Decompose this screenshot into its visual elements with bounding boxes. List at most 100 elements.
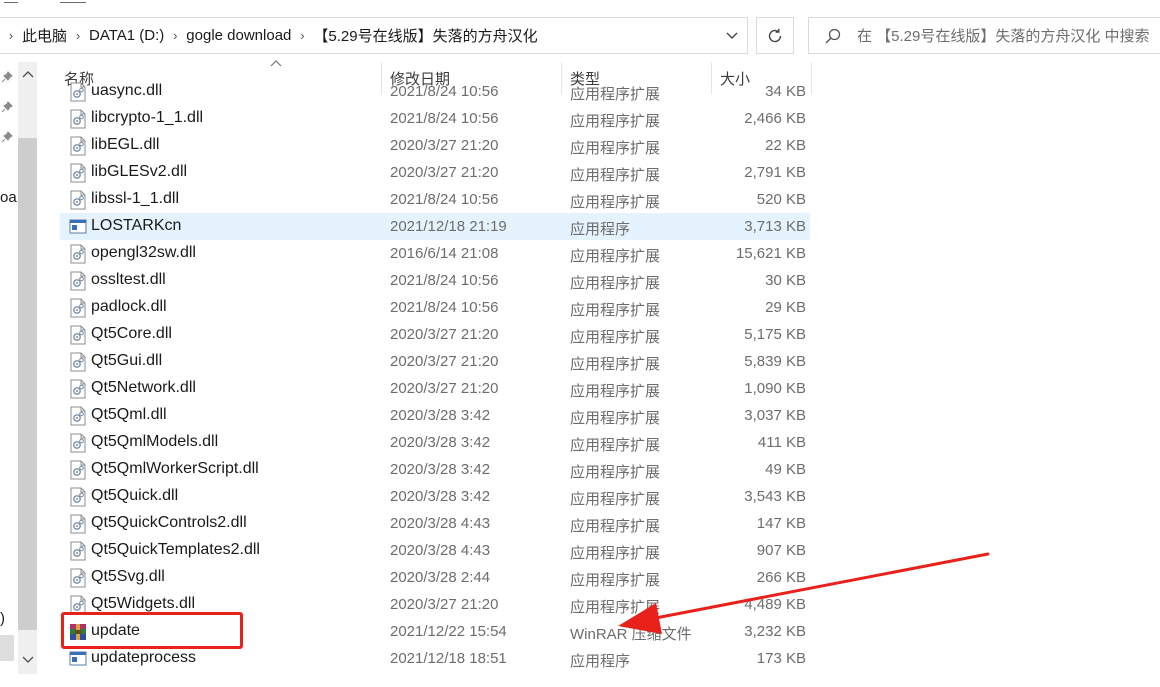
file-type: 应用程序扩展 xyxy=(570,518,661,535)
breadcrumb-chevron-icon[interactable]: › xyxy=(164,28,186,43)
dll-icon xyxy=(69,352,87,372)
breadcrumb-folder-download[interactable]: gogle download xyxy=(186,27,291,44)
file-name: Qt5Widgets.dll xyxy=(91,595,196,612)
file-modified-date: 2021/8/24 10:56 xyxy=(390,272,499,289)
dll-icon xyxy=(69,568,87,588)
file-type: WinRAR 压缩文件 xyxy=(570,626,692,643)
file-row[interactable]: Qt5Quick.dll 2020/3/28 3:42 应用程序扩展 3,543 KB xyxy=(60,483,810,510)
dll-icon xyxy=(69,406,87,426)
annotation-highlight-box xyxy=(61,612,243,649)
file-name: Qt5QmlModels.dll xyxy=(91,433,219,450)
breadcrumb-current-folder[interactable]: 【5.29号在线版】失落的方舟汉化 xyxy=(313,25,537,46)
scroll-up-arrow-icon[interactable] xyxy=(20,66,36,82)
file-row[interactable]: Qt5Network.dll 2020/3/27 21:20 应用程序扩展 1,090… xyxy=(60,375,810,402)
dll-icon xyxy=(69,244,87,264)
navigation-pane-scrollbar-thumb[interactable] xyxy=(18,138,37,630)
nav-item-clipped-label[interactable]: ) xyxy=(0,610,5,627)
address-bar[interactable]: › 此电脑 › DATA1 (D:) › gogle download › 【5… xyxy=(0,17,748,54)
file-row[interactable]: libEGL.dll 2020/3/27 21:20 应用程序扩展 22 KB xyxy=(60,132,810,159)
file-row[interactable]: opengl32sw.dll 2016/6/14 21:08 应用程序扩展 15,62… xyxy=(60,240,810,267)
nav-item-selected-highlight[interactable] xyxy=(0,635,14,661)
file-row[interactable]: Qt5QmlWorkerScript.dll 2020/3/28 3:42 应用程序… xyxy=(60,456,810,483)
exe-icon xyxy=(69,217,87,237)
file-modified-date: 2020/3/28 2:44 xyxy=(390,569,491,586)
clipped-toolbar-mark xyxy=(4,0,18,3)
file-modified-date: 2020/3/27 21:20 xyxy=(390,380,499,397)
refresh-icon xyxy=(768,28,782,42)
file-row[interactable]: Qt5QuickControls2.dll 2020/3/28 4:43 应用程序扩… xyxy=(60,510,810,537)
clipped-toolbar-mark xyxy=(60,0,86,3)
nav-item-clipped-label[interactable]: oa xyxy=(0,189,17,206)
file-size: 266 KB xyxy=(756,569,806,586)
file-modified-date: 2020/3/27 21:20 xyxy=(390,596,499,613)
scroll-down-arrow-icon[interactable] xyxy=(20,652,36,668)
address-history-dropdown-button[interactable] xyxy=(719,18,745,53)
file-row[interactable]: Qt5Svg.dll 2020/3/28 2:44 应用程序扩展 266 KB xyxy=(60,564,810,591)
file-size: 29 KB xyxy=(765,299,806,316)
file-size: 2,791 KB xyxy=(744,164,806,181)
file-modified-date: 2021/12/18 21:19 xyxy=(390,218,507,235)
pin-icon[interactable] xyxy=(0,70,14,84)
file-size: 5,175 KB xyxy=(744,326,806,343)
file-modified-date: 2020/3/27 21:20 xyxy=(390,164,499,181)
file-row[interactable]: padlock.dll 2021/8/24 10:56 应用程序扩展 29 KB xyxy=(60,294,810,321)
file-size: 3,713 KB xyxy=(744,218,806,235)
file-modified-date: 2021/8/24 10:56 xyxy=(390,110,499,127)
dll-icon xyxy=(69,190,87,210)
dll-icon xyxy=(69,163,87,183)
file-type: 应用程序扩展 xyxy=(570,545,661,562)
file-row[interactable]: libcrypto-1_1.dll 2021/8/24 10:56 应用程序扩展 2,… xyxy=(60,105,810,132)
file-modified-date: 2020/3/28 3:42 xyxy=(390,407,491,424)
file-modified-date: 2021/12/18 18:51 xyxy=(390,650,507,667)
breadcrumb-chevron-icon[interactable]: › xyxy=(291,28,313,43)
file-name: updateprocess xyxy=(91,649,196,666)
file-name: LOSTARKcn xyxy=(91,217,182,234)
file-type: 应用程序扩展 xyxy=(570,437,661,454)
file-type: 应用程序扩展 xyxy=(570,194,661,211)
file-row[interactable]: Qt5Qml.dll 2020/3/28 3:42 应用程序扩展 3,037 KB xyxy=(60,402,810,429)
file-size: 15,621 KB xyxy=(735,245,806,262)
file-size: 520 KB xyxy=(756,191,806,208)
file-size: 30 KB xyxy=(765,272,806,289)
file-row[interactable]: LOSTARKcn 2021/12/18 21:19 应用程序 3,713 KB xyxy=(60,213,810,240)
file-row[interactable]: Qt5QmlModels.dll 2020/3/28 3:42 应用程序扩展 411 … xyxy=(60,429,810,456)
file-row[interactable]: Qt5Gui.dll 2020/3/27 21:20 应用程序扩展 5,839 KB xyxy=(60,348,810,375)
breadcrumb-chevron-icon[interactable]: › xyxy=(0,28,22,43)
pin-icon[interactable] xyxy=(0,130,14,144)
file-type: 应用程序扩展 xyxy=(570,86,661,103)
file-row[interactable]: libssl-1_1.dll 2021/8/24 10:56 应用程序扩展 520 K… xyxy=(60,186,810,213)
file-row[interactable]: updateprocess 2021/12/18 18:51 应用程序 173 KB xyxy=(60,645,810,672)
breadcrumb-chevron-icon[interactable]: › xyxy=(67,28,89,43)
file-name: Qt5Core.dll xyxy=(91,325,172,342)
file-type: 应用程序扩展 xyxy=(570,572,661,589)
file-type: 应用程序扩展 xyxy=(570,113,661,130)
file-list[interactable]: uasync.dll 2021/8/24 10:56 应用程序扩展 34 KB libc… xyxy=(56,82,816,687)
window-top-edge xyxy=(0,0,1160,6)
dll-icon xyxy=(69,298,87,318)
file-row[interactable]: uasync.dll 2021/8/24 10:56 应用程序扩展 34 KB xyxy=(60,82,810,105)
refresh-button[interactable] xyxy=(756,17,794,54)
file-type: 应用程序扩展 xyxy=(570,248,661,265)
dll-icon xyxy=(69,271,87,291)
pin-icon[interactable] xyxy=(0,100,14,114)
dll-icon xyxy=(69,460,87,480)
chevron-down-icon xyxy=(726,32,738,39)
breadcrumb-this-pc[interactable]: 此电脑 xyxy=(22,25,67,46)
search-box[interactable]: 在 【5.29号在线版】失落的方舟汉化 中搜索 xyxy=(808,17,1160,54)
file-size: 4,489 KB xyxy=(744,596,806,613)
file-type: 应用程序扩展 xyxy=(570,356,661,373)
file-size: 3,037 KB xyxy=(744,407,806,424)
file-type: 应用程序扩展 xyxy=(570,275,661,292)
file-modified-date: 2020/3/27 21:20 xyxy=(390,137,499,154)
dll-icon xyxy=(69,379,87,399)
file-row[interactable]: Qt5QuickTemplates2.dll 2020/3/28 4:43 应用程序… xyxy=(60,537,810,564)
breadcrumb-drive[interactable]: DATA1 (D:) xyxy=(89,27,164,44)
file-row[interactable]: libGLESv2.dll 2020/3/27 21:20 应用程序扩展 2,791 … xyxy=(60,159,810,186)
file-row[interactable]: Qt5Core.dll 2020/3/27 21:20 应用程序扩展 5,175 KB xyxy=(60,321,810,348)
file-type: 应用程序扩展 xyxy=(570,599,661,616)
search-input[interactable]: 在 【5.29号在线版】失落的方舟汉化 中搜索 xyxy=(857,25,1150,46)
file-modified-date: 2021/8/24 10:56 xyxy=(390,83,499,100)
file-row[interactable]: ossltest.dll 2021/8/24 10:56 应用程序扩展 30 KB xyxy=(60,267,810,294)
file-size: 3,543 KB xyxy=(744,488,806,505)
file-modified-date: 2020/3/28 4:43 xyxy=(390,542,491,559)
